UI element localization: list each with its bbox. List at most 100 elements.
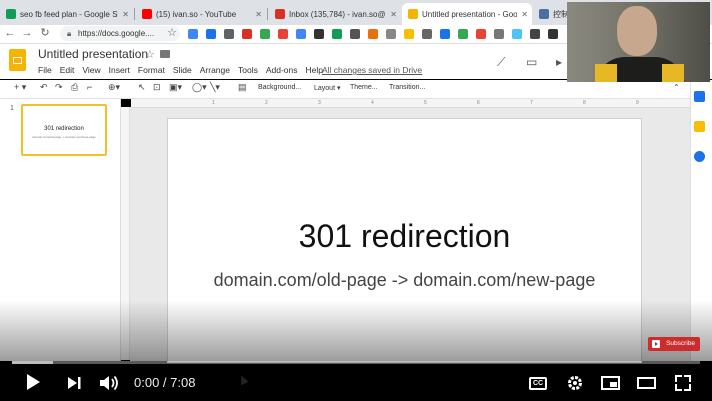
close-icon[interactable]: ✕ — [521, 10, 528, 19]
folder-icon[interactable] — [160, 50, 170, 58]
collapse-toolbar-icon[interactable]: ⌃ — [673, 83, 680, 92]
shirt-stripe — [595, 64, 617, 82]
undo-icon[interactable]: ↶ — [40, 82, 48, 93]
browser-tab[interactable]: Inbox (135,784) - ivan.so@zi ✕ — [269, 3, 401, 25]
close-icon[interactable]: ✕ — [255, 10, 262, 19]
extension-icon[interactable] — [404, 29, 414, 39]
extension-icon[interactable] — [350, 29, 360, 39]
next-button[interactable] — [64, 372, 84, 394]
menu-file[interactable]: File — [38, 65, 52, 75]
theme-button[interactable]: Theme... — [350, 84, 378, 91]
extension-icon[interactable] — [188, 29, 198, 39]
extension-icon[interactable] — [548, 29, 558, 39]
extension-icon[interactable] — [476, 29, 486, 39]
extension-icon[interactable] — [260, 29, 270, 39]
extension-icon[interactable] — [386, 29, 396, 39]
background-button[interactable]: Background... — [258, 84, 301, 91]
present-icon[interactable]: ▸ — [556, 55, 562, 69]
layout-button[interactable]: Layout ▾ — [314, 84, 341, 92]
menu-help[interactable]: Help — [306, 65, 323, 75]
comment-add-icon[interactable]: ▤ — [238, 82, 247, 93]
presentation-title[interactable]: Untitled presentation — [38, 47, 148, 61]
play-button[interactable] — [22, 372, 44, 394]
calendar-icon[interactable] — [694, 91, 705, 102]
extension-icon[interactable] — [206, 29, 216, 39]
corner — [684, 375, 691, 382]
menu-arrange[interactable]: Arrange — [200, 65, 230, 75]
extension-icon[interactable] — [296, 29, 306, 39]
tab-title: Inbox (135,784) - ivan.so@zi — [289, 9, 387, 19]
save-status[interactable]: All changes saved in Drive — [322, 65, 422, 75]
image-icon[interactable]: ▣▾ — [169, 82, 182, 93]
theater-mode-icon[interactable] — [637, 377, 656, 389]
browser-tab[interactable]: (15) ivan.so - YouTube ✕ — [136, 3, 266, 25]
select-cursor-icon[interactable]: ↖ — [138, 82, 146, 93]
extension-icon[interactable] — [422, 29, 432, 39]
menu-edit[interactable]: Edit — [60, 65, 75, 75]
volume-button[interactable] — [97, 372, 121, 394]
extension-icon[interactable] — [368, 29, 378, 39]
ruler-mark: 5 — [424, 100, 427, 106]
extension-icon[interactable] — [494, 29, 504, 39]
line-icon[interactable]: ╲▾ — [210, 82, 220, 93]
shirt-stripe — [662, 64, 684, 82]
slides-logo-icon[interactable] — [9, 49, 26, 71]
ruler-mark: 8 — [583, 100, 586, 106]
tasks-icon[interactable] — [694, 151, 705, 162]
keep-icon[interactable] — [694, 121, 705, 132]
menu-format[interactable]: Format — [138, 65, 165, 75]
menu-insert[interactable]: Insert — [109, 65, 130, 75]
shape-icon[interactable]: ◯▾ — [192, 82, 207, 93]
address-bar[interactable]: 🔒︎ https://docs.google.... — [60, 26, 180, 41]
browser-tab[interactable]: seo fb feed plan - Google She ✕ — [0, 3, 133, 25]
thumb-subtitle: domain.com/old-page -> domain.com/new-pa… — [32, 135, 96, 139]
close-icon[interactable]: ✕ — [122, 10, 129, 19]
captions-button[interactable]: CC — [529, 377, 547, 390]
tab-divider — [267, 8, 268, 20]
fullscreen-icon[interactable] — [675, 375, 691, 391]
extension-icon[interactable] — [530, 29, 540, 39]
slide-thumbnail[interactable]: 301 redirection domain.com/old-page -> d… — [21, 104, 107, 156]
settings-button[interactable] — [564, 372, 586, 394]
redo-icon[interactable]: ↷ — [55, 82, 63, 93]
menu-tools[interactable]: Tools — [238, 65, 258, 75]
slide-subtitle[interactable]: domain.com/old-page -> domain.com/new-pa… — [167, 270, 642, 291]
forward-icon[interactable]: → — [20, 26, 34, 40]
print-icon[interactable]: ⎙ — [71, 82, 78, 93]
zoom-icon[interactable]: ⊕▾ — [108, 82, 120, 93]
menu-addons[interactable]: Add-ons — [266, 65, 298, 75]
slides-favicon-icon — [408, 9, 418, 19]
extension-icon[interactable] — [224, 29, 234, 39]
reload-icon[interactable]: ↻ — [38, 26, 52, 40]
extension-icon[interactable] — [440, 29, 450, 39]
slide-number: 1 — [10, 105, 14, 112]
browser-tab-active[interactable]: Untitled presentation - Google ✕ — [402, 3, 532, 25]
activity-trend-icon[interactable]: ⟋ — [497, 55, 505, 70]
new-slide-icon[interactable]: + ▾ — [14, 82, 26, 93]
back-icon[interactable]: ← — [3, 26, 17, 40]
subscribe-watermark[interactable]: Subscribe — [648, 337, 700, 351]
menu-slide[interactable]: Slide — [173, 65, 192, 75]
text-box-icon[interactable]: ⊡ — [153, 82, 161, 93]
youtube-play-icon — [652, 340, 660, 348]
comments-icon[interactable]: ▭ — [526, 55, 537, 69]
close-icon[interactable]: ✕ — [390, 10, 397, 19]
miniplayer-icon[interactable] — [601, 376, 620, 390]
extension-icon[interactable] — [512, 29, 522, 39]
transition-button[interactable]: Transition... — [389, 84, 425, 91]
time-display: 0:00 / 7:08 — [134, 372, 195, 394]
extension-icon[interactable] — [458, 29, 468, 39]
extension-icon[interactable] — [278, 29, 288, 39]
ruler-mark: 4 — [371, 100, 374, 106]
tab-divider — [134, 8, 135, 20]
paint-format-icon[interactable]: ⌐ — [87, 82, 92, 92]
extension-icon[interactable] — [332, 29, 342, 39]
menu-view[interactable]: View — [82, 65, 100, 75]
slide-title[interactable]: 301 redirection — [167, 218, 642, 255]
progress-bar[interactable] — [12, 361, 700, 364]
bookmark-star-icon[interactable]: ☆ — [165, 26, 179, 40]
star-icon[interactable]: ☆ — [145, 48, 155, 61]
extension-icon[interactable] — [314, 29, 324, 39]
extension-icon[interactable] — [242, 29, 252, 39]
lock-icon: 🔒︎ — [67, 29, 72, 38]
